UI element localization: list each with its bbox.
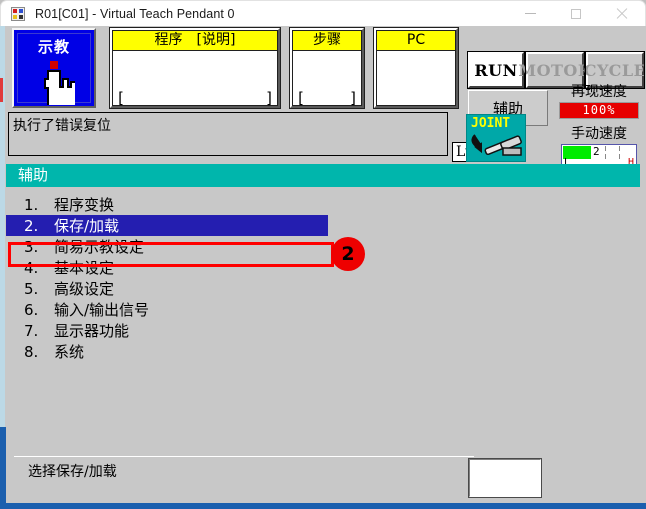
menu-item-number: 4.	[24, 258, 39, 277]
replay-speed-panel: 再现速度 100%	[553, 84, 645, 119]
window-title: R01[C01] - Virtual Teach Pendant 0	[35, 6, 235, 21]
menu-item-label: 系统	[54, 343, 85, 361]
step-bracket-left: [	[296, 89, 306, 107]
gauge-tick	[619, 146, 620, 151]
teach-button-label: 示教	[37, 38, 70, 56]
menu-item-number: 5.	[24, 279, 39, 298]
run-button[interactable]: RUN	[467, 51, 525, 89]
menu-item-number: 2.	[24, 216, 39, 235]
manual-speed-value: 2	[593, 145, 600, 158]
program-info-box[interactable]: 程序 [说明] [ ]	[109, 27, 281, 109]
menu-item-label: 显示器功能	[54, 322, 130, 340]
motor-button[interactable]: MOTOR	[518, 51, 591, 89]
step-header: 步骤	[293, 31, 361, 51]
menu-item-3[interactable]: 3. 简易示教设定	[6, 236, 640, 257]
menu-item-label: 高级设定	[54, 280, 115, 298]
maximize-button[interactable]	[553, 1, 599, 26]
bottom-accent-bar	[0, 503, 646, 509]
menu-item-2[interactable]: 2. 保存/加载	[6, 215, 328, 236]
app-icon	[10, 6, 26, 22]
menu-item-label: 输入/输出信号	[54, 301, 150, 319]
teach-mode-button[interactable]: 示教	[12, 28, 96, 111]
step-brackets: [ ]	[296, 89, 358, 107]
menu-item-label: 程序变换	[54, 196, 115, 214]
top-control-strip: 示教 程序 [说明] [ ] 步骤 [] PC RUN MOTOR CYCLE…	[5, 26, 646, 168]
program-bracket-left: [	[116, 89, 126, 107]
section-header: 辅助	[6, 164, 640, 187]
maximize-icon	[571, 8, 581, 19]
step-info-box[interactable]: 步骤 [ ]	[289, 27, 365, 109]
virtual-teach-pendant-window: R01[C01] - Virtual Teach Pendant 0 示教 程序…	[0, 0, 646, 509]
menu-item-number: 8.	[24, 342, 39, 361]
menu-item-label: 基本设定	[54, 259, 115, 277]
menu-item-1[interactable]: 1. 程序变换	[6, 194, 640, 215]
replay-speed-label: 再现速度	[571, 84, 627, 100]
menu-item-4[interactable]: 4. 基本设定	[6, 257, 640, 278]
menu-item-6[interactable]: 6. 输入/输出信号	[6, 299, 640, 320]
pc-value-area	[377, 51, 455, 105]
bottom-left-accent-bar	[0, 427, 6, 509]
pc-header: PC	[377, 31, 455, 51]
step-value-area: [ ]	[293, 51, 361, 107]
left-rail-marker	[0, 78, 3, 102]
manual-speed-label: 手动速度	[571, 126, 627, 142]
status-input-field[interactable]	[468, 458, 542, 498]
menu-list: 1. 程序变换 2. 保存/加载 3. 简易示教设定 4. 基本设定 5. 高级设定 6. 输入/输出…	[6, 194, 640, 362]
status-area: 选择保存/加载	[6, 427, 640, 503]
replay-speed-value[interactable]: 100%	[559, 102, 639, 119]
program-bracket-right: ]	[264, 89, 274, 107]
cycle-button[interactable]: CYCLE	[584, 51, 646, 89]
program-value-area: [ ]	[113, 51, 277, 107]
manual-speed-panel: 手动速度 2 L H	[553, 126, 645, 168]
menu-item-number: 7.	[24, 321, 39, 340]
minimize-button[interactable]	[507, 1, 553, 26]
menu-item-number: 6.	[24, 300, 39, 319]
close-icon	[616, 8, 628, 20]
close-button[interactable]	[599, 1, 645, 26]
menu-item-label: 简易示教设定	[54, 238, 145, 256]
menu-item-7[interactable]: 7. 显示器功能	[6, 320, 640, 341]
menu-item-number: 1.	[24, 195, 39, 214]
pendant-body: 示教 程序 [说明] [ ] 步骤 [] PC RUN MOTOR CYCLE…	[0, 26, 646, 509]
robot-arm-icon[interactable]: JOINT	[466, 114, 526, 162]
status-divider	[14, 456, 474, 457]
menu-item-number: 3.	[24, 237, 39, 256]
step-bracket-right: ]	[348, 89, 358, 107]
menu-item-8[interactable]: 8. 系统	[6, 341, 640, 362]
message-bar: 执行了错误复位	[8, 112, 448, 156]
status-text: 选择保存/加载	[28, 464, 117, 480]
minimize-icon	[524, 13, 536, 14]
pc-info-box[interactable]: PC	[373, 27, 459, 109]
annotation-badge: 2	[331, 237, 365, 271]
section-title: 辅助	[18, 166, 49, 184]
gauge-tick	[619, 154, 620, 159]
manual-speed-gauge[interactable]: 2 L H	[561, 144, 637, 168]
joint-mode-label: JOINT	[471, 116, 511, 131]
menu-item-5[interactable]: 5. 高级设定	[6, 278, 640, 299]
gauge-tick	[605, 146, 606, 151]
menu-item-label: 保存/加载	[54, 217, 120, 235]
program-brackets: [ ]	[116, 89, 274, 107]
gauge-tick	[605, 154, 606, 159]
hand-pointer-icon	[33, 61, 77, 111]
program-header: 程序 [说明]	[113, 31, 277, 51]
message-text: 执行了错误复位	[13, 118, 111, 134]
titlebar: R01[C01] - Virtual Teach Pendant 0	[0, 0, 646, 26]
